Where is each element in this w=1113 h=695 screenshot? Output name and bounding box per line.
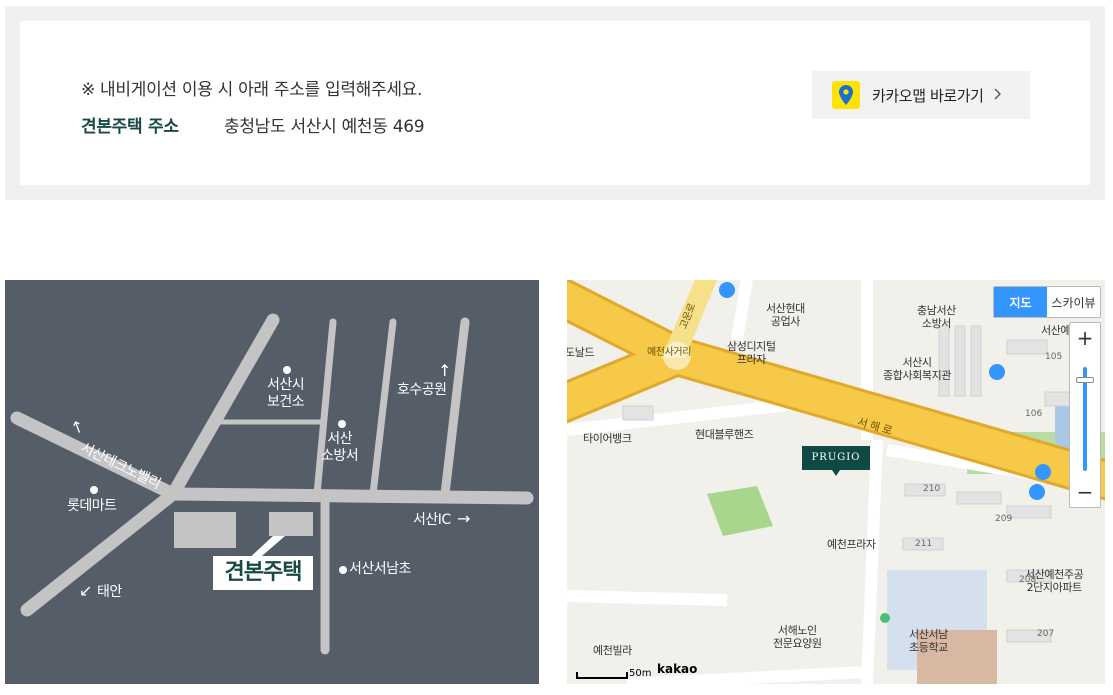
building-number: 207 bbox=[1037, 629, 1055, 639]
kakao-map[interactable]: 서산현대 공업사 삼성디지털 프라자 예천사거리 충남서산 소방서 서산시 종합사회복지… bbox=[567, 280, 1105, 684]
health-center-dot bbox=[283, 366, 291, 374]
place-nursing[interactable]: 서해노인 전문요양원 bbox=[773, 624, 822, 650]
road-north bbox=[166, 313, 280, 501]
kakao-logo[interactable]: kakao bbox=[657, 662, 697, 676]
zoom-in-button[interactable]: + bbox=[1070, 323, 1100, 353]
lotte-mart-dot bbox=[90, 486, 98, 494]
place-seosan-top[interactable]: 서산예 bbox=[1041, 324, 1071, 337]
place-yecheon-villa[interactable]: 예천빌라 bbox=[593, 644, 632, 657]
zoom-out-button[interactable]: − bbox=[1070, 477, 1100, 507]
label-taean: 태안 bbox=[97, 584, 122, 600]
chevron-right-icon bbox=[994, 86, 1002, 104]
place-hyundai-blue[interactable]: 현대블루핸즈 bbox=[695, 428, 754, 441]
showroom-callout: 견본주택 bbox=[213, 556, 313, 590]
map-type-map-button[interactable]: 지도 bbox=[994, 287, 1047, 317]
building-number: 209 bbox=[995, 514, 1013, 524]
address-value: 충청남도 서산시 예천동 469 bbox=[224, 117, 425, 137]
road-main-east bbox=[166, 487, 534, 505]
place-dollar-land[interactable]: 도날드 bbox=[567, 346, 595, 359]
prugio-marker[interactable]: PRUGIO bbox=[802, 446, 870, 476]
kakao-map-link-label: 카카오맵 바로가기 bbox=[872, 86, 984, 105]
place-yecheon-crossroad: 예천사거리 bbox=[647, 347, 692, 358]
label-seonam-elem: 서산서남초 bbox=[349, 561, 411, 577]
arrow-down-left-icon: ↙ bbox=[79, 581, 92, 600]
zoom-control: + − bbox=[1069, 322, 1101, 508]
sketch-roads bbox=[10, 313, 534, 655]
road-east bbox=[440, 317, 470, 499]
arrow-up-icon: ↑ bbox=[438, 361, 451, 380]
map-pin-icon bbox=[832, 81, 860, 109]
scale-bar bbox=[576, 672, 628, 679]
fire-station-dot bbox=[338, 420, 346, 428]
building-number: 208 bbox=[1019, 575, 1037, 585]
place-seosan-hyundai[interactable]: 서산현대 공업사 bbox=[766, 302, 805, 328]
kakao-map-base bbox=[567, 280, 1105, 684]
place-yecheon-plaza[interactable]: 예천프라자 bbox=[827, 538, 876, 551]
road-fire bbox=[313, 318, 337, 498]
place-tire-bank[interactable]: 타이어뱅크 bbox=[583, 432, 632, 445]
block-showroom bbox=[269, 512, 313, 536]
building-number: 210 bbox=[923, 484, 941, 494]
scale-label: 50m bbox=[629, 668, 652, 679]
place-welfare[interactable]: 서산시 종합사회복지관 bbox=[883, 356, 951, 382]
block-left bbox=[174, 512, 236, 548]
map-type-skyview-button[interactable]: 스카이뷰 bbox=[1047, 287, 1100, 317]
seonam-elem-dot bbox=[339, 566, 347, 574]
road-lake bbox=[369, 318, 397, 498]
map-type-switch: 지도 스카이뷰 bbox=[993, 286, 1101, 318]
arrow-right-icon: → bbox=[457, 509, 470, 528]
address-info-panel: ※ 내비게이션 이용 시 아래 주소를 입력해주세요. 견본주택 주소 충청남도… bbox=[5, 6, 1105, 200]
building-number: 105 bbox=[1045, 352, 1063, 362]
location-sketch-map: 서산시 보건소 ↑ 호수공원 서산 소방서 ↖ 서산테크노밸리 롯데마트 서산IC … bbox=[5, 280, 539, 684]
label-health-center: 서산시 보건소 bbox=[267, 377, 305, 410]
label-lake-park: 호수공원 bbox=[397, 382, 447, 398]
address-label: 견본주택 주소 bbox=[81, 117, 179, 137]
kakao-map-link-button[interactable]: 카카오맵 바로가기 bbox=[812, 71, 1030, 119]
address-info-inner: ※ 내비게이션 이용 시 아래 주소를 입력해주세요. 견본주택 주소 충청남도… bbox=[20, 21, 1090, 185]
label-seosan-ic: 서산IC bbox=[413, 512, 451, 528]
label-lotte-mart: 롯데마트 bbox=[67, 498, 117, 514]
zoom-slider-handle[interactable] bbox=[1076, 377, 1094, 383]
building-number: 211 bbox=[915, 539, 933, 549]
label-fire-station: 서산 소방서 bbox=[321, 431, 359, 464]
navigation-notice: ※ 내비게이션 이용 시 아래 주소를 입력해주세요. bbox=[81, 80, 423, 100]
place-samsung-digital[interactable]: 삼성디지털 프라자 bbox=[727, 340, 776, 366]
place-chungnam-fire[interactable]: 충남서산 소방서 bbox=[917, 304, 956, 330]
place-seonam-elem[interactable]: 서산서남 초등학교 bbox=[909, 628, 948, 654]
park-area bbox=[707, 486, 773, 536]
building-number: 106 bbox=[1025, 409, 1043, 419]
